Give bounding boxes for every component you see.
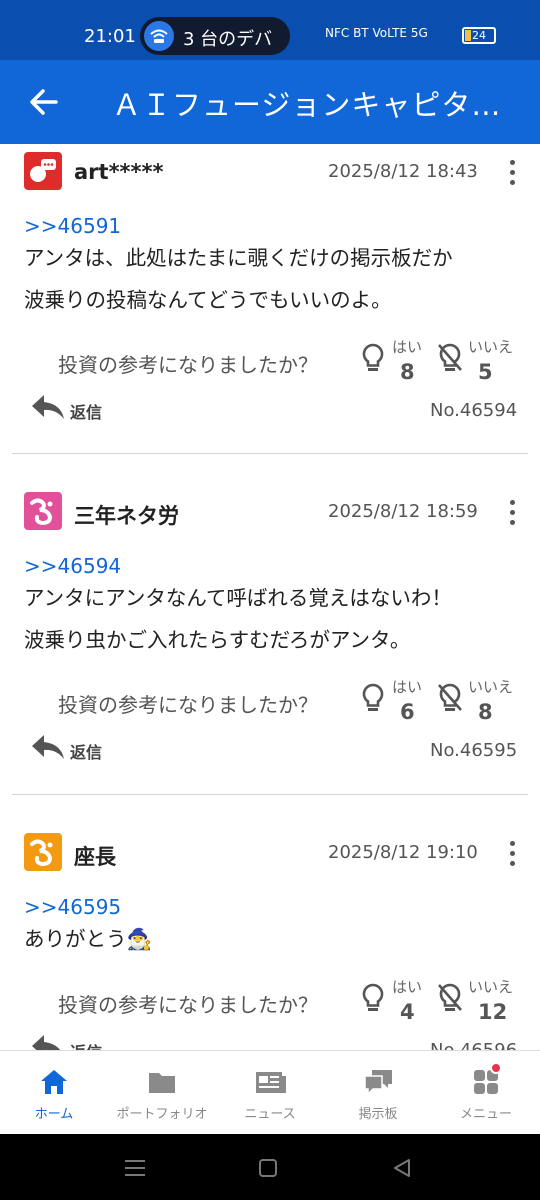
status-indicator-text: NFC BT VoLTE 5G bbox=[325, 26, 428, 40]
reply-button[interactable]: 返信 bbox=[70, 739, 102, 763]
newspaper-icon bbox=[254, 1067, 286, 1097]
post-line: 波乗り虫かご入れたらすむだろがアンタ。 bbox=[24, 628, 411, 652]
no-count: 5 bbox=[478, 360, 493, 384]
more-options-icon[interactable] bbox=[506, 158, 518, 186]
more-options-icon[interactable] bbox=[506, 839, 518, 867]
post-date: 2025/8/12 19:10 bbox=[328, 842, 478, 863]
post-body: アンタは、此処はたまに覗くだけの掲示板だか 波乗りの投稿なんてどうでもいいのよ。 bbox=[24, 237, 524, 321]
no-count: 8 bbox=[478, 700, 493, 724]
post-date: 2025/8/12 18:43 bbox=[328, 161, 478, 182]
avatar[interactable] bbox=[24, 492, 62, 530]
username[interactable]: 三年ネタ労 bbox=[74, 500, 179, 530]
board-feed[interactable]: art***** 2025/8/12 18:43 >>46591 アンタは、此処… bbox=[0, 144, 540, 1050]
post-line: アンタは、此処はたまに覗くだけの掲示板だか bbox=[24, 246, 453, 270]
post-divider bbox=[12, 453, 528, 454]
more-options-icon[interactable] bbox=[506, 498, 518, 526]
post-body: アンタにアンタなんて呼ばれる覚えはないわ！ 波乗り虫かご入れたらすむだろがアンタ… bbox=[24, 577, 524, 661]
post-divider bbox=[12, 794, 528, 795]
reply-to-link[interactable]: >>46595 bbox=[24, 895, 121, 919]
yes-label: はい bbox=[392, 678, 423, 696]
tab-label: 掲示板 bbox=[358, 1107, 398, 1122]
no-label: いいえ bbox=[468, 978, 514, 996]
page-title: ＡＩフュージョンキャピタル... bbox=[112, 88, 522, 122]
recent-apps-icon[interactable] bbox=[124, 1158, 146, 1182]
lightbulb-off-icon[interactable] bbox=[436, 982, 464, 1020]
app-header: ＡＩフュージョンキャピタル... bbox=[0, 60, 540, 144]
status-bar: 21:01 3 台のデバ NFC BT VoLTE 5G 24 bbox=[0, 0, 540, 60]
reply-arrow-icon[interactable] bbox=[30, 392, 66, 426]
post-number: No.46596 bbox=[430, 1040, 517, 1050]
tab-board[interactable]: 掲示板 bbox=[324, 1051, 432, 1135]
yes-count: 6 bbox=[400, 700, 415, 724]
yes-count: 4 bbox=[400, 1000, 415, 1024]
reply-button[interactable]: 返信 bbox=[70, 1039, 102, 1050]
username[interactable]: art***** bbox=[74, 160, 163, 184]
bottom-tab-bar: ホーム ポートフォリオ ニュース 掲示板 メニュー bbox=[0, 1050, 540, 1134]
reply-arrow-icon[interactable] bbox=[30, 1032, 66, 1050]
device-sharing-text: 3 台のデバ bbox=[183, 29, 273, 50]
back-arrow-icon[interactable] bbox=[26, 84, 62, 120]
reply-to-link[interactable]: >>46594 bbox=[24, 554, 121, 578]
yes-label: はい bbox=[392, 338, 423, 356]
avatar[interactable] bbox=[24, 833, 62, 871]
system-nav-bar bbox=[0, 1134, 540, 1200]
reply-arrow-icon[interactable] bbox=[30, 732, 66, 766]
yes-count: 8 bbox=[400, 360, 415, 384]
status-time: 21:01 bbox=[84, 26, 136, 47]
post-date: 2025/8/12 18:59 bbox=[328, 501, 478, 522]
post-body: ありがとう🧙‍♂️ bbox=[24, 918, 524, 960]
home-nav-icon[interactable] bbox=[258, 1158, 278, 1182]
tab-news[interactable]: ニュース bbox=[216, 1051, 324, 1135]
battery-icon: 24 bbox=[462, 27, 496, 44]
helpful-question: 投資の参考になりましたか？ bbox=[58, 353, 318, 377]
home-icon bbox=[38, 1067, 70, 1097]
tab-portfolio[interactable]: ポートフォリオ bbox=[108, 1051, 216, 1135]
lightbulb-icon[interactable] bbox=[360, 682, 386, 720]
avatar[interactable] bbox=[24, 152, 62, 190]
yes-label: はい bbox=[392, 978, 423, 996]
tab-label: ポートフォリオ bbox=[116, 1107, 208, 1122]
no-label: いいえ bbox=[468, 338, 514, 356]
status-indicators: NFC BT VoLTE 5G bbox=[325, 26, 428, 40]
lightbulb-icon[interactable] bbox=[360, 342, 386, 380]
helpful-question: 投資の参考になりましたか？ bbox=[58, 993, 318, 1017]
back-nav-icon[interactable] bbox=[392, 1158, 412, 1182]
notification-dot bbox=[490, 1062, 502, 1074]
lightbulb-off-icon[interactable] bbox=[436, 342, 464, 380]
no-label: いいえ bbox=[468, 678, 514, 696]
post-number: No.46594 bbox=[430, 400, 518, 421]
device-sharing-pill[interactable]: 3 台のデバ bbox=[140, 17, 290, 55]
tab-label: メニュー bbox=[459, 1107, 512, 1122]
post-line: ありがとう🧙‍♂️ bbox=[24, 927, 153, 951]
reply-to-link[interactable]: >>46591 bbox=[24, 214, 121, 238]
folder-icon bbox=[146, 1067, 178, 1097]
helpful-question: 投資の参考になりましたか？ bbox=[58, 693, 318, 717]
reply-button[interactable]: 返信 bbox=[70, 399, 102, 423]
wifi-hotspot-icon bbox=[144, 21, 174, 51]
post-line: 波乗りの投稿なんてどうでもいいのよ。 bbox=[24, 288, 392, 312]
username[interactable]: 座長 bbox=[74, 841, 116, 871]
chat-icon bbox=[362, 1067, 394, 1097]
post-line: アンタにアンタなんて呼ばれる覚えはないわ！ bbox=[24, 586, 452, 610]
post-number: No.46595 bbox=[430, 740, 518, 761]
tab-home[interactable]: ホーム bbox=[0, 1051, 108, 1135]
no-count: 12 bbox=[478, 1000, 508, 1024]
tab-label: ホーム bbox=[34, 1107, 74, 1122]
lightbulb-off-icon[interactable] bbox=[436, 682, 464, 720]
tab-menu[interactable]: メニュー bbox=[432, 1051, 540, 1135]
lightbulb-icon[interactable] bbox=[360, 982, 386, 1020]
tab-label: ニュース bbox=[244, 1107, 296, 1122]
